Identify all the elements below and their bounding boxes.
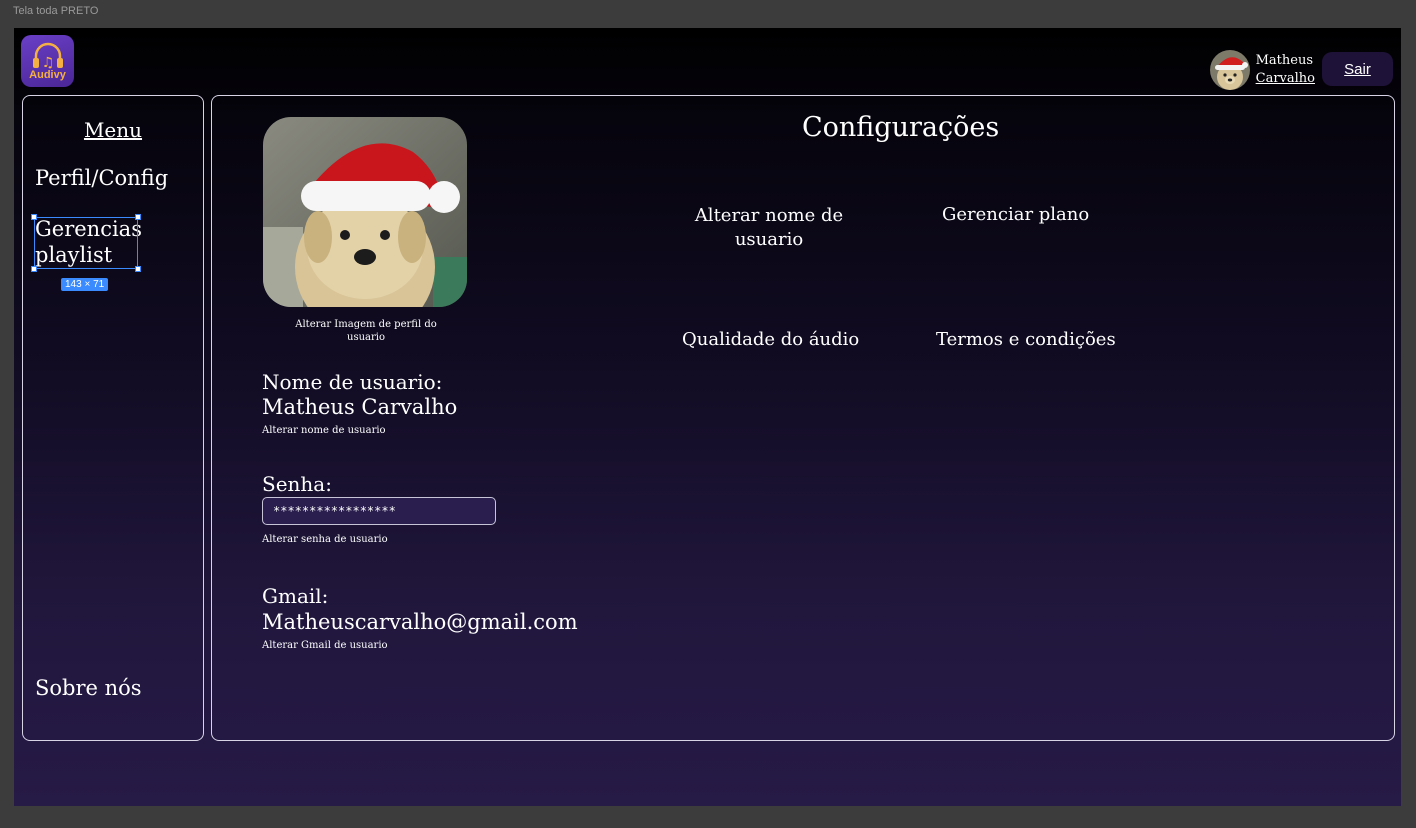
menu-title: Menu bbox=[83, 118, 143, 142]
user-last-name[interactable]: Carvalho bbox=[1256, 70, 1315, 88]
username-value: Matheus Carvalho bbox=[262, 395, 458, 419]
change-username-link[interactable]: Alterar nome de usuario bbox=[262, 425, 386, 436]
dimension-badge: 143 × 71 bbox=[61, 278, 109, 291]
change-password-link[interactable]: Alterar senha de usuario bbox=[262, 534, 388, 545]
headphones-icon: ♫ bbox=[32, 42, 63, 71]
logo-text: Audivy bbox=[29, 69, 66, 81]
username-label: Nome de usuario: bbox=[262, 370, 443, 394]
user-first-name: Matheus bbox=[1255, 53, 1314, 68]
app-logo[interactable]: ♫ Audivy bbox=[21, 35, 74, 87]
dog-photo-icon bbox=[263, 117, 467, 307]
option-gerenciar-plano[interactable]: Gerenciar plano bbox=[942, 204, 1089, 225]
sidebar-item-sobre-nos[interactable]: Sobre nós bbox=[35, 676, 142, 700]
profile-photo[interactable] bbox=[263, 117, 467, 307]
sidebar: Menu Perfil/Config Gerencias playlist 14… bbox=[22, 95, 204, 741]
logout-button[interactable]: Sair bbox=[1322, 52, 1393, 86]
option-alterar-nome[interactable]: Alterar nome de usuario bbox=[684, 204, 854, 252]
page-title: Configurações bbox=[802, 112, 1000, 143]
option-qualidade-audio[interactable]: Qualidade do áudio bbox=[682, 329, 859, 350]
dog-avatar-icon bbox=[1209, 50, 1250, 90]
user-block[interactable]: Matheus Carvalho bbox=[1209, 50, 1315, 90]
frame-label: Tela toda PRETO bbox=[13, 5, 99, 17]
option-termos-condicoes[interactable]: Termos e condições bbox=[936, 329, 1116, 350]
settings-panel: Alterar Imagem de perfil do usuario Conf… bbox=[211, 95, 1395, 741]
change-gmail-link[interactable]: Alterar Gmail de usuario bbox=[262, 640, 388, 651]
app-frame: ♫ Audivy Matheus Carvalho Sair Menu Perf… bbox=[14, 28, 1401, 806]
sidebar-item-gerencias-playlist[interactable]: Gerencias playlist bbox=[35, 216, 145, 268]
sidebar-item-perfil-config[interactable]: Perfil/Config bbox=[35, 166, 168, 190]
gmail-label: Gmail: bbox=[262, 584, 329, 608]
gmail-value: Matheuscarvalho@gmail.com bbox=[262, 610, 578, 634]
change-photo-link[interactable]: Alterar Imagem de perfil do usuario bbox=[292, 318, 440, 344]
user-name: Matheus Carvalho bbox=[1256, 52, 1315, 88]
password-label: Senha: bbox=[262, 472, 332, 496]
avatar[interactable] bbox=[1209, 50, 1250, 90]
password-field[interactable] bbox=[262, 497, 496, 525]
